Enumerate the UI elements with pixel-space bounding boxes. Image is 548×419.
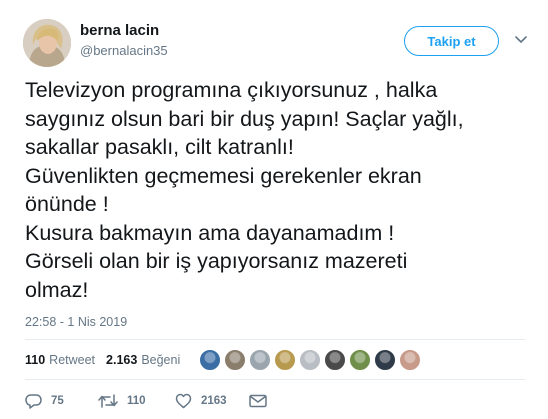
liker-avatar[interactable] — [399, 349, 421, 371]
avatar[interactable] — [23, 19, 71, 67]
retweet-icon — [98, 394, 118, 408]
tweet-stats: 110 Retweet 2.163 Beğeni — [25, 350, 191, 370]
mail-icon — [249, 394, 267, 408]
tweet-card: berna lacin @bernalacin35 Takip et Telev… — [0, 0, 548, 419]
retweet-button[interactable]: 110 — [98, 393, 173, 409]
retweet-action-count: 110 — [127, 395, 146, 407]
liker-avatar[interactable] — [224, 349, 246, 371]
chevron-down-icon[interactable] — [514, 33, 528, 47]
reply-button[interactable]: 75 — [25, 393, 85, 409]
retweet-label[interactable]: Retweet — [49, 353, 95, 367]
liker-avatar[interactable] — [249, 349, 271, 371]
direct-message-button[interactable] — [249, 394, 267, 408]
follow-button[interactable]: Takip et — [404, 26, 499, 56]
liker-avatars — [199, 348, 424, 372]
heart-icon — [175, 393, 192, 409]
divider — [25, 339, 525, 340]
liker-avatar[interactable] — [274, 349, 296, 371]
liker-avatar[interactable] — [349, 349, 371, 371]
avatar-image — [23, 19, 71, 67]
divider — [25, 379, 525, 380]
liker-avatar[interactable] — [299, 349, 321, 371]
like-count[interactable]: 2.163 — [106, 353, 137, 367]
like-label[interactable]: Beğeni — [141, 353, 180, 367]
retweet-count[interactable]: 110 — [25, 353, 45, 367]
display-name[interactable]: berna lacin — [80, 22, 159, 39]
tweet-text: Televizyon programına çıkıyorsunuz , hal… — [25, 78, 464, 302]
liker-avatar[interactable] — [199, 349, 221, 371]
reply-count: 75 — [51, 395, 64, 407]
liker-avatar[interactable] — [324, 349, 346, 371]
tweet-timestamp[interactable]: 22:58 - 1 Nis 2019 — [25, 315, 127, 329]
reply-icon — [25, 394, 42, 409]
like-button[interactable]: 2163 — [175, 393, 247, 409]
username[interactable]: @bernalacin35 — [80, 43, 168, 58]
liker-avatar[interactable] — [374, 349, 396, 371]
like-action-count: 2163 — [201, 395, 227, 407]
tweet-actions: 75 110 2163 — [25, 391, 267, 411]
